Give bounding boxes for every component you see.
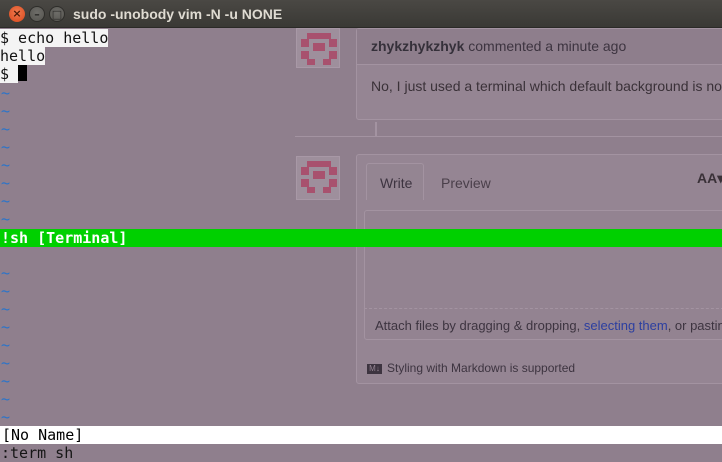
vim-terminal[interactable]: $ echo hello hello $ ~ ~ ~ ~ ~ ~ ~ ~ !sh… (0, 28, 722, 462)
empty-line-tilde: ~ (1, 390, 11, 408)
terminal-line: $ echo hello (0, 29, 109, 47)
empty-line-tilde: ~ (1, 210, 11, 228)
empty-line-tilde: ~ (1, 174, 11, 192)
terminal-line-text: hello (0, 47, 46, 65)
buffer-status-line: [No Name] (0, 426, 722, 444)
empty-line-tilde: ~ (1, 84, 11, 102)
empty-line-tilde: ~ (1, 120, 11, 138)
empty-line-tilde: ~ (1, 282, 11, 300)
empty-line-tilde: ~ (1, 138, 11, 156)
terminal-line-text: $ echo hello (0, 29, 109, 47)
minimize-window-button[interactable]: – (29, 6, 45, 22)
close-window-button[interactable]: × (9, 6, 25, 22)
empty-line-tilde: ~ (1, 300, 11, 318)
empty-line-tilde: ~ (1, 264, 11, 282)
empty-line-tilde: ~ (1, 102, 11, 120)
vim-command-line[interactable]: :term sh (1, 444, 73, 462)
empty-line-tilde: ~ (1, 354, 11, 372)
terminal-window-status-line: !sh [Terminal] (0, 229, 722, 247)
terminal-line: hello (0, 47, 46, 65)
window-title: sudo -unobody vim -N -u NONE (73, 6, 283, 22)
terminal-prompt: $ (0, 65, 19, 83)
terminal-prompt-line[interactable]: $ (0, 65, 28, 83)
window-titlebar: × – □ sudo -unobody vim -N -u NONE (0, 0, 722, 28)
empty-line-tilde: ~ (1, 408, 11, 426)
empty-line-tilde: ~ (1, 318, 11, 336)
empty-line-tilde: ~ (1, 156, 11, 174)
empty-line-tilde: ~ (1, 372, 11, 390)
empty-line-tilde: ~ (1, 192, 11, 210)
text-cursor (18, 65, 28, 81)
empty-line-tilde: ~ (1, 336, 11, 354)
maximize-window-button[interactable]: □ (49, 6, 65, 22)
